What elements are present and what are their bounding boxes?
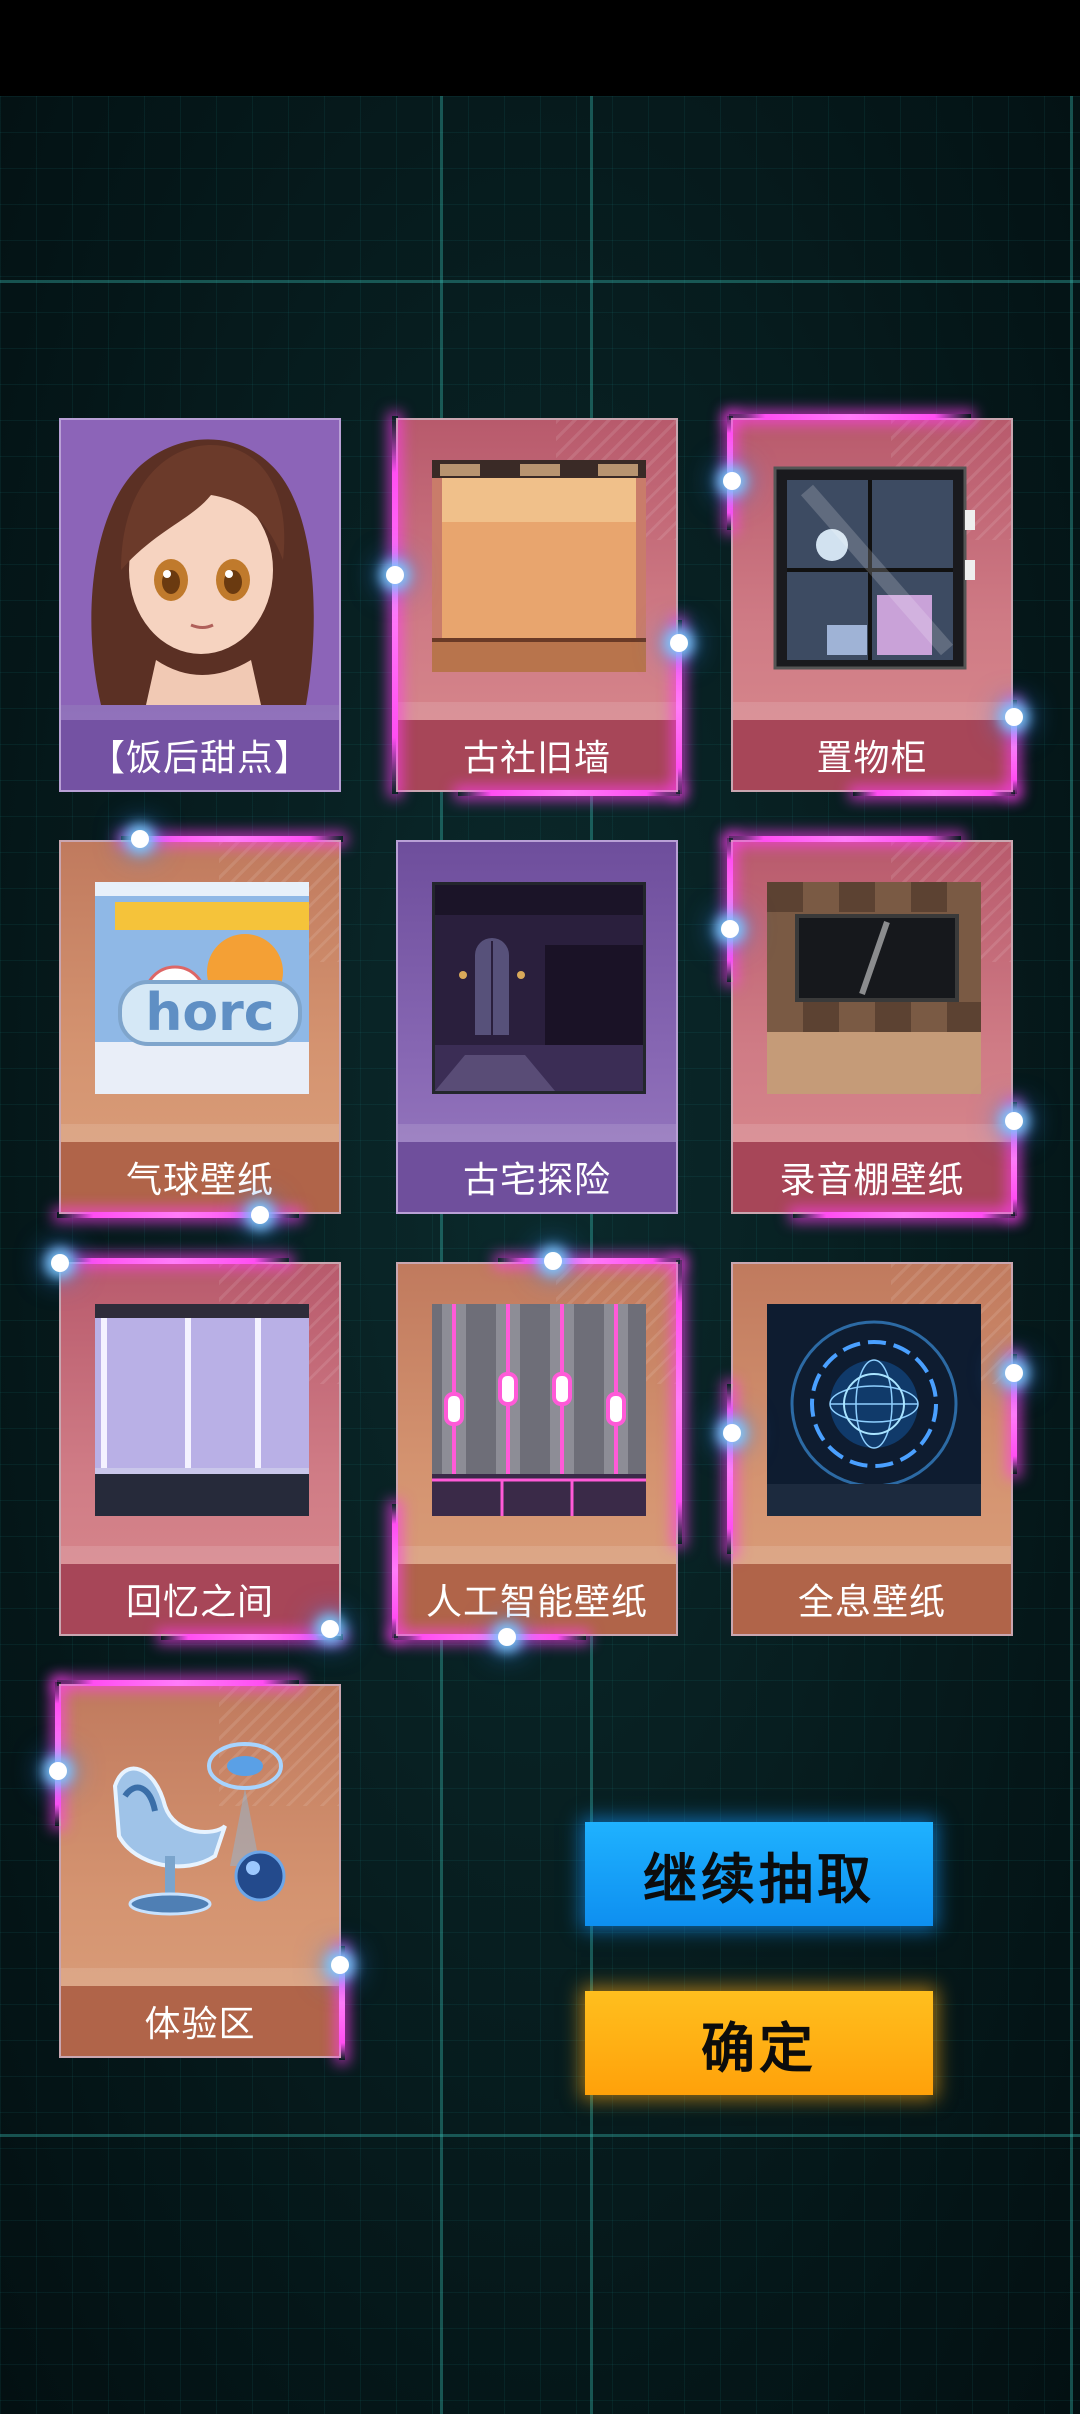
continue-draw-button[interactable]: 继续抽取 bbox=[585, 1822, 933, 1926]
balloon-thumbnail: horc bbox=[95, 882, 309, 1094]
hologram-art bbox=[767, 1304, 981, 1516]
sparkle-icon bbox=[131, 830, 149, 848]
reward-card-dessert[interactable]: 【饭后甜点】 bbox=[59, 418, 341, 792]
reward-card-balloon[interactable]: horc 气球壁纸 bbox=[57, 830, 343, 1224]
reward-card-old-wall[interactable]: 古社旧墙 bbox=[386, 416, 688, 796]
ai-art bbox=[432, 1304, 646, 1516]
reward-card-cabinet[interactable]: 置物柜 bbox=[723, 414, 1023, 796]
studio-thumbnail bbox=[767, 882, 981, 1094]
card-label: 人工智能壁纸 bbox=[398, 1564, 676, 1634]
reward-card-ai[interactable]: 人工智能壁纸 bbox=[392, 1252, 682, 1646]
hologram-thumbnail bbox=[767, 1304, 981, 1516]
card-label: 置物柜 bbox=[733, 720, 1011, 790]
card-band bbox=[61, 1968, 339, 1986]
mansion-thumbnail bbox=[432, 882, 646, 1094]
card-label: 气球壁纸 bbox=[61, 1142, 339, 1212]
sparkle-icon bbox=[723, 472, 741, 490]
card-band bbox=[733, 1546, 1011, 1564]
reward-card-experience[interactable]: 体验区 bbox=[49, 1680, 349, 2060]
chair-art bbox=[112, 1742, 286, 1916]
card-band bbox=[733, 1124, 1011, 1142]
sparkle-icon bbox=[321, 1620, 339, 1638]
card-band bbox=[61, 1546, 339, 1564]
card-label: 体验区 bbox=[61, 1986, 339, 2056]
reward-card-studio[interactable]: 录音棚壁纸 bbox=[721, 836, 1023, 1218]
card-label: 古社旧墙 bbox=[398, 720, 676, 790]
sparkle-icon bbox=[721, 920, 739, 938]
studio-art bbox=[767, 882, 981, 1094]
sparkle-icon bbox=[49, 1762, 67, 1780]
sparkle-icon bbox=[1005, 1364, 1023, 1382]
card-band bbox=[398, 1124, 676, 1142]
sparkle-icon bbox=[1005, 708, 1023, 726]
card-band bbox=[733, 702, 1011, 720]
card-band bbox=[398, 702, 676, 720]
old-wall-thumbnail bbox=[432, 460, 646, 672]
ai-thumbnail bbox=[432, 1304, 646, 1516]
confirm-button[interactable]: 确定 bbox=[585, 1991, 933, 2095]
card-label: 录音棚壁纸 bbox=[733, 1142, 1011, 1212]
cabinet-art bbox=[773, 466, 975, 670]
cabinet-thumbnail bbox=[767, 460, 981, 672]
sparkle-icon bbox=[670, 634, 688, 652]
memory-thumbnail bbox=[95, 1304, 309, 1516]
sparkle-icon bbox=[498, 1628, 516, 1646]
sparkle-icon bbox=[331, 1956, 349, 1974]
grid-line bbox=[0, 2134, 1080, 2137]
card-band bbox=[398, 1546, 676, 1564]
card-label: 回忆之间 bbox=[61, 1564, 339, 1634]
old-wall-art bbox=[432, 460, 646, 672]
sparkle-icon bbox=[251, 1206, 269, 1224]
sparkle-icon bbox=[723, 1424, 741, 1442]
chair-thumbnail bbox=[95, 1726, 309, 1938]
card-label: 全息壁纸 bbox=[733, 1564, 1011, 1634]
sparkle-icon bbox=[1005, 1112, 1023, 1130]
sparkle-icon bbox=[386, 566, 404, 584]
reward-card-hologram[interactable]: 全息壁纸 bbox=[723, 1262, 1023, 1636]
card-label: 古宅探险 bbox=[398, 1142, 676, 1212]
anime-girl-portrait bbox=[61, 420, 339, 705]
reward-screen: 【饭后甜点】 古社旧墙 置物柜 horc 气球壁纸 古宅探险 录音棚壁纸 回忆之… bbox=[0, 0, 1080, 2414]
sparkle-icon bbox=[544, 1252, 562, 1270]
balloon-word: horc bbox=[145, 983, 274, 1043]
reward-card-memory[interactable]: 回忆之间 bbox=[51, 1254, 343, 1640]
grid-line bbox=[1070, 96, 1073, 2414]
portrait-art bbox=[61, 420, 339, 705]
sparkle-icon bbox=[51, 1254, 69, 1272]
grid-line bbox=[0, 280, 1080, 283]
reward-card-mansion[interactable]: 古宅探险 bbox=[396, 840, 678, 1214]
memory-art bbox=[95, 1304, 309, 1516]
card-band bbox=[61, 1124, 339, 1142]
status-bar bbox=[0, 0, 1080, 96]
mansion-art bbox=[435, 885, 643, 1091]
balloon-art: horc bbox=[95, 882, 309, 1094]
card-label: 【饭后甜点】 bbox=[61, 720, 339, 790]
